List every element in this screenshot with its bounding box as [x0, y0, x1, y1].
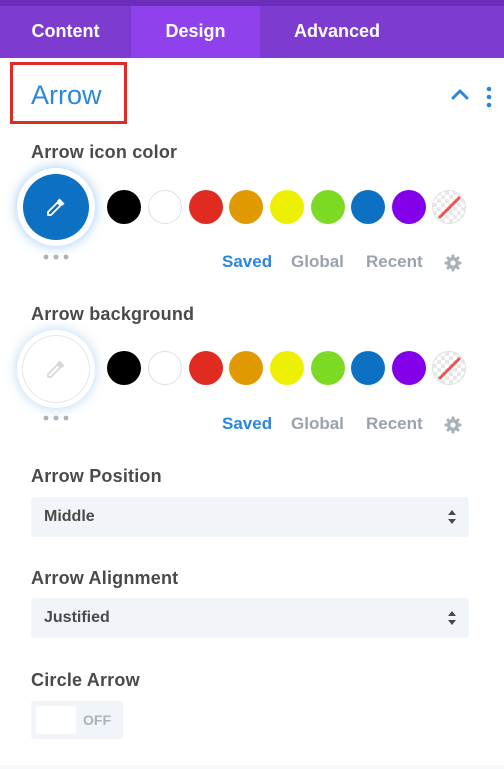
- swatch-white[interactable]: [148, 351, 182, 385]
- circle-arrow-label: Circle Arrow: [31, 670, 140, 690]
- tab-advanced[interactable]: Advanced: [260, 0, 414, 58]
- swatch-none[interactable]: [432, 351, 466, 385]
- section-title: Arrow: [31, 80, 102, 110]
- toggle-knob: [36, 706, 76, 734]
- swatch-none[interactable]: [432, 190, 466, 224]
- tab-bar-top-edge: [0, 0, 504, 6]
- swatch-orange[interactable]: [229, 190, 263, 224]
- swatch-black[interactable]: [107, 351, 141, 385]
- panel-bottom-edge: [0, 765, 504, 769]
- alignment-label: Arrow Alignment: [31, 568, 179, 588]
- swatch-orange[interactable]: [229, 351, 263, 385]
- tab-bar: Content Design Advanced: [0, 0, 504, 58]
- no-color-slash-icon: [438, 357, 461, 380]
- circle-arrow-toggle[interactable]: OFF: [31, 701, 123, 739]
- subtab-saved[interactable]: Saved: [222, 414, 272, 434]
- position-label: Arrow Position: [31, 466, 162, 486]
- position-value: Middle: [44, 508, 95, 525]
- background-label: Arrow background: [31, 304, 195, 324]
- swatch-green[interactable]: [311, 190, 345, 224]
- swatch-green[interactable]: [311, 351, 345, 385]
- swatch-purple[interactable]: [392, 351, 426, 385]
- eyedropper-icon: [47, 198, 65, 216]
- subtab-recent[interactable]: Recent: [366, 414, 423, 434]
- kebab-menu-icon[interactable]: [484, 86, 494, 108]
- icon-color-picker[interactable]: [23, 174, 89, 240]
- swatch-blue[interactable]: [351, 351, 385, 385]
- eyedropper-icon: [47, 360, 65, 378]
- swatch-red[interactable]: [189, 190, 223, 224]
- gear-icon[interactable]: [444, 254, 462, 272]
- subtab-saved[interactable]: Saved: [222, 252, 272, 272]
- select-arrows-icon: [448, 611, 456, 625]
- more-options-icon[interactable]: [43, 415, 69, 421]
- subtab-global[interactable]: Global: [291, 414, 344, 434]
- more-options-icon[interactable]: [43, 254, 69, 260]
- select-arrows-icon: [448, 510, 456, 524]
- swatch-purple[interactable]: [392, 190, 426, 224]
- position-select[interactable]: Middle: [31, 497, 469, 537]
- background-color-picker[interactable]: [23, 336, 89, 402]
- tab-design[interactable]: Design: [131, 0, 260, 58]
- subtab-global[interactable]: Global: [291, 252, 344, 272]
- swatch-red[interactable]: [189, 351, 223, 385]
- swatch-white[interactable]: [148, 190, 182, 224]
- subtab-recent[interactable]: Recent: [366, 252, 423, 272]
- alignment-select[interactable]: Justified: [31, 598, 469, 638]
- no-color-slash-icon: [438, 196, 461, 219]
- gear-icon[interactable]: [444, 416, 462, 434]
- swatch-yellow[interactable]: [270, 351, 304, 385]
- toggle-state: OFF: [83, 712, 111, 728]
- swatch-blue[interactable]: [351, 190, 385, 224]
- swatch-black[interactable]: [107, 190, 141, 224]
- alignment-value: Justified: [44, 609, 110, 626]
- chevron-up-icon[interactable]: [450, 86, 470, 102]
- icon-color-label: Arrow icon color: [31, 142, 178, 162]
- tab-content[interactable]: Content: [0, 0, 131, 58]
- swatch-yellow[interactable]: [270, 190, 304, 224]
